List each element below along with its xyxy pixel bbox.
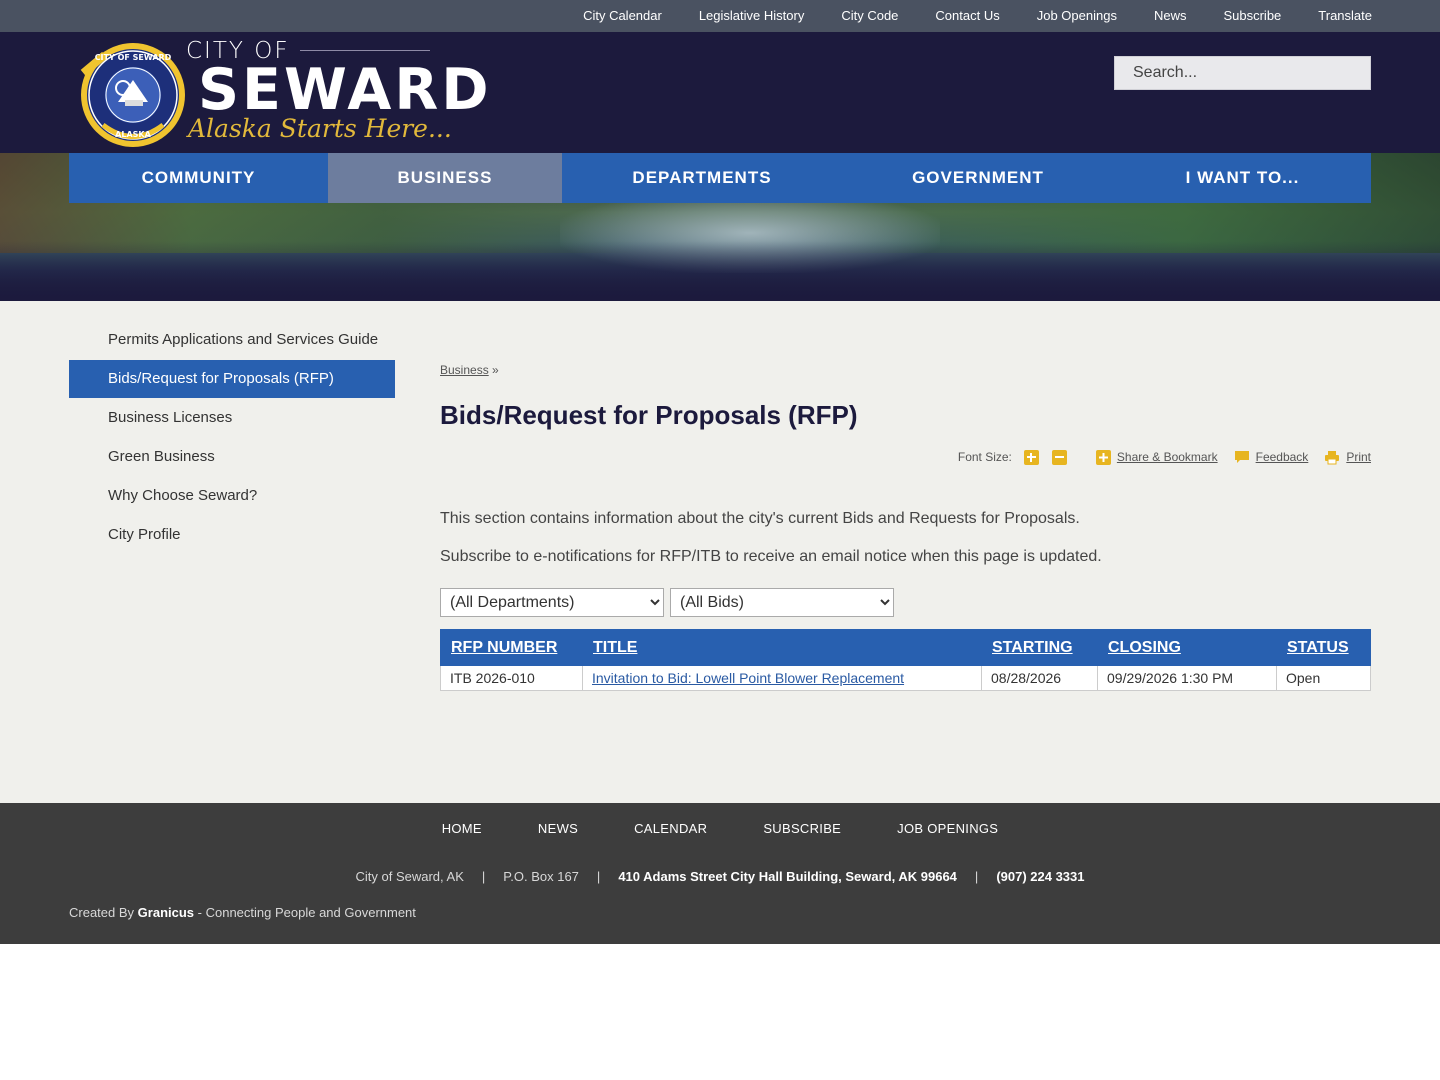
font-decrease-icon[interactable] (1051, 449, 1067, 465)
nav-government[interactable]: GOVERNMENT (842, 153, 1114, 203)
site-logo[interactable]: CITY OF SEWARD ALASKA CITY OF SEWARD Ala… (78, 34, 489, 152)
credit-prefix: Created By (69, 905, 135, 920)
utility-link-translate[interactable]: Translate (1318, 0, 1372, 32)
credit-suffix: - Connecting People and Government (197, 905, 416, 920)
font-size-label: Font Size: (957, 450, 1012, 464)
nav-community[interactable]: COMMUNITY (69, 153, 328, 203)
share-bookmark-link[interactable]: Share & Bookmark (1117, 450, 1218, 464)
sidebar-item-business-licenses[interactable]: Business Licenses (69, 399, 395, 437)
main-nav: COMMUNITY BUSINESS DEPARTMENTS GOVERNMEN… (69, 153, 1371, 203)
utility-link-job-openings[interactable]: Job Openings (1037, 0, 1117, 32)
sort-closing[interactable]: CLOSING (1108, 639, 1181, 656)
footer-address: City of Seward, AK | P.O. Box 167 | 410 … (0, 869, 1440, 884)
breadcrumb-link-business[interactable]: Business (440, 363, 489, 377)
logo-tagline: Alaska Starts Here... (188, 114, 452, 143)
sort-starting[interactable]: STARTING (992, 639, 1073, 656)
sort-status[interactable]: STATUS (1287, 639, 1349, 656)
sidebar-item-permits[interactable]: Permits Applications and Services Guide (69, 321, 395, 359)
printer-icon (1325, 450, 1340, 464)
logo-divider (300, 50, 430, 51)
sidebar-item-green-business[interactable]: Green Business (69, 438, 395, 476)
address-po-box: P.O. Box 167 (503, 869, 579, 884)
bid-status-filter-select[interactable]: (All Bids) (670, 588, 894, 617)
cell-title: Invitation to Bid: Lowell Point Blower R… (582, 665, 982, 691)
sort-rfp-number[interactable]: RFP NUMBER (451, 639, 557, 656)
footer-nav: HOME NEWS CALENDAR SUBSCRIBE JOB OPENING… (0, 821, 1440, 836)
breadcrumb-separator: » (492, 363, 499, 377)
utility-bar: City Calendar Legislative History City C… (0, 0, 1440, 32)
utility-link-news[interactable]: News (1154, 0, 1187, 32)
cell-starting: 08/28/2026 (981, 665, 1098, 691)
footer-link-news[interactable]: NEWS (538, 821, 578, 836)
bids-table: RFP NUMBER TITLE STARTING CLOSING STATUS… (440, 629, 1371, 691)
banner-fade (0, 241, 1440, 301)
address-city: City of Seward, AK (355, 869, 464, 884)
share-plus-icon (1095, 449, 1111, 465)
column-header-rfp-number[interactable]: RFP NUMBER (440, 629, 583, 666)
credit-brand-link[interactable]: Granicus (138, 905, 194, 920)
breadcrumb: Business » (440, 363, 499, 377)
sidebar-nav: Permits Applications and Services Guide … (69, 321, 395, 555)
speech-bubble-icon (1234, 451, 1249, 463)
page-tools: Font Size: Share & Bookmark Feedback Pri… (958, 448, 1371, 466)
address-separator: | (596, 869, 601, 884)
city-seal-icon: CITY OF SEWARD ALASKA (80, 43, 185, 147)
department-filter-select[interactable]: (All Departments) (440, 588, 664, 617)
cell-status: Open (1276, 665, 1371, 691)
footer-link-job-openings[interactable]: JOB OPENINGS (897, 821, 998, 836)
cell-closing: 09/29/2026 1:30 PM (1097, 665, 1277, 691)
content-area: Permits Applications and Services Guide … (0, 301, 1440, 803)
utility-link-subscribe[interactable]: Subscribe (1223, 0, 1281, 32)
font-increase-icon[interactable] (1023, 449, 1039, 465)
logo-wordmark: SEWARD (198, 57, 492, 123)
utility-link-legislative-history[interactable]: Legislative History (699, 0, 805, 32)
seal-text-top: CITY OF SEWARD (95, 53, 172, 62)
utility-link-city-code[interactable]: City Code (841, 0, 898, 32)
intro-paragraph-1: This section contains information about … (440, 510, 1080, 527)
bid-filters: (All Departments) (All Bids) (440, 588, 900, 617)
utility-link-city-calendar[interactable]: City Calendar (583, 0, 662, 32)
nav-business[interactable]: BUSINESS (328, 153, 562, 203)
sidebar-item-bids-rfp[interactable]: Bids/Request for Proposals (RFP) (69, 360, 395, 398)
print-tool[interactable]: Print (1324, 450, 1371, 465)
feedback-link[interactable]: Feedback (1256, 450, 1309, 464)
site-footer: HOME NEWS CALENDAR SUBSCRIBE JOB OPENING… (0, 803, 1440, 944)
address-separator: | (974, 869, 979, 884)
intro-paragraph-2: Subscribe to e-notifications for RFP/ITB… (440, 548, 1102, 565)
address-street: 410 Adams Street City Hall Building, Sew… (618, 869, 957, 884)
sidebar-item-why-choose-seward[interactable]: Why Choose Seward? (69, 477, 395, 515)
nav-departments[interactable]: DEPARTMENTS (562, 153, 842, 203)
footer-link-subscribe[interactable]: SUBSCRIBE (763, 821, 841, 836)
cell-rfp-number: ITB 2026-010 (440, 665, 583, 691)
column-header-closing[interactable]: CLOSING (1097, 629, 1277, 666)
column-header-starting[interactable]: STARTING (981, 629, 1098, 666)
utility-nav: City Calendar Legislative History City C… (546, 0, 1372, 32)
page-title: Bids/Request for Proposals (RFP) (440, 400, 858, 430)
print-link[interactable]: Print (1346, 450, 1371, 464)
footer-credit: Created By Granicus - Connecting People … (69, 905, 416, 920)
table-row: ITB 2026-010 Invitation to Bid: Lowell P… (440, 665, 1371, 691)
search-box (1114, 56, 1371, 90)
nav-i-want-to[interactable]: I WANT TO... (1114, 153, 1371, 203)
bid-title-link[interactable]: Invitation to Bid: Lowell Point Blower R… (592, 670, 904, 686)
intro-text: This section contains information about … (440, 500, 1371, 576)
footer-link-home[interactable]: HOME (442, 821, 482, 836)
utility-link-contact-us[interactable]: Contact Us (935, 0, 999, 32)
share-bookmark-tool[interactable]: Share & Bookmark (1095, 449, 1218, 465)
column-header-status[interactable]: STATUS (1276, 629, 1371, 666)
address-phone: (907) 224 3331 (996, 869, 1085, 884)
feedback-tool[interactable]: Feedback (1234, 450, 1309, 464)
site-header: CITY OF SEWARD ALASKA CITY OF SEWARD Ala… (0, 32, 1440, 153)
table-header-row: RFP NUMBER TITLE STARTING CLOSING STATUS (440, 629, 1371, 666)
search-input[interactable] (1115, 57, 1370, 89)
sort-title[interactable]: TITLE (593, 639, 637, 656)
sidebar-item-city-profile[interactable]: City Profile (69, 516, 395, 554)
seal-text-bottom: ALASKA (115, 130, 151, 139)
address-separator: | (481, 869, 486, 884)
footer-link-calendar[interactable]: CALENDAR (634, 821, 707, 836)
column-header-title[interactable]: TITLE (582, 629, 982, 666)
